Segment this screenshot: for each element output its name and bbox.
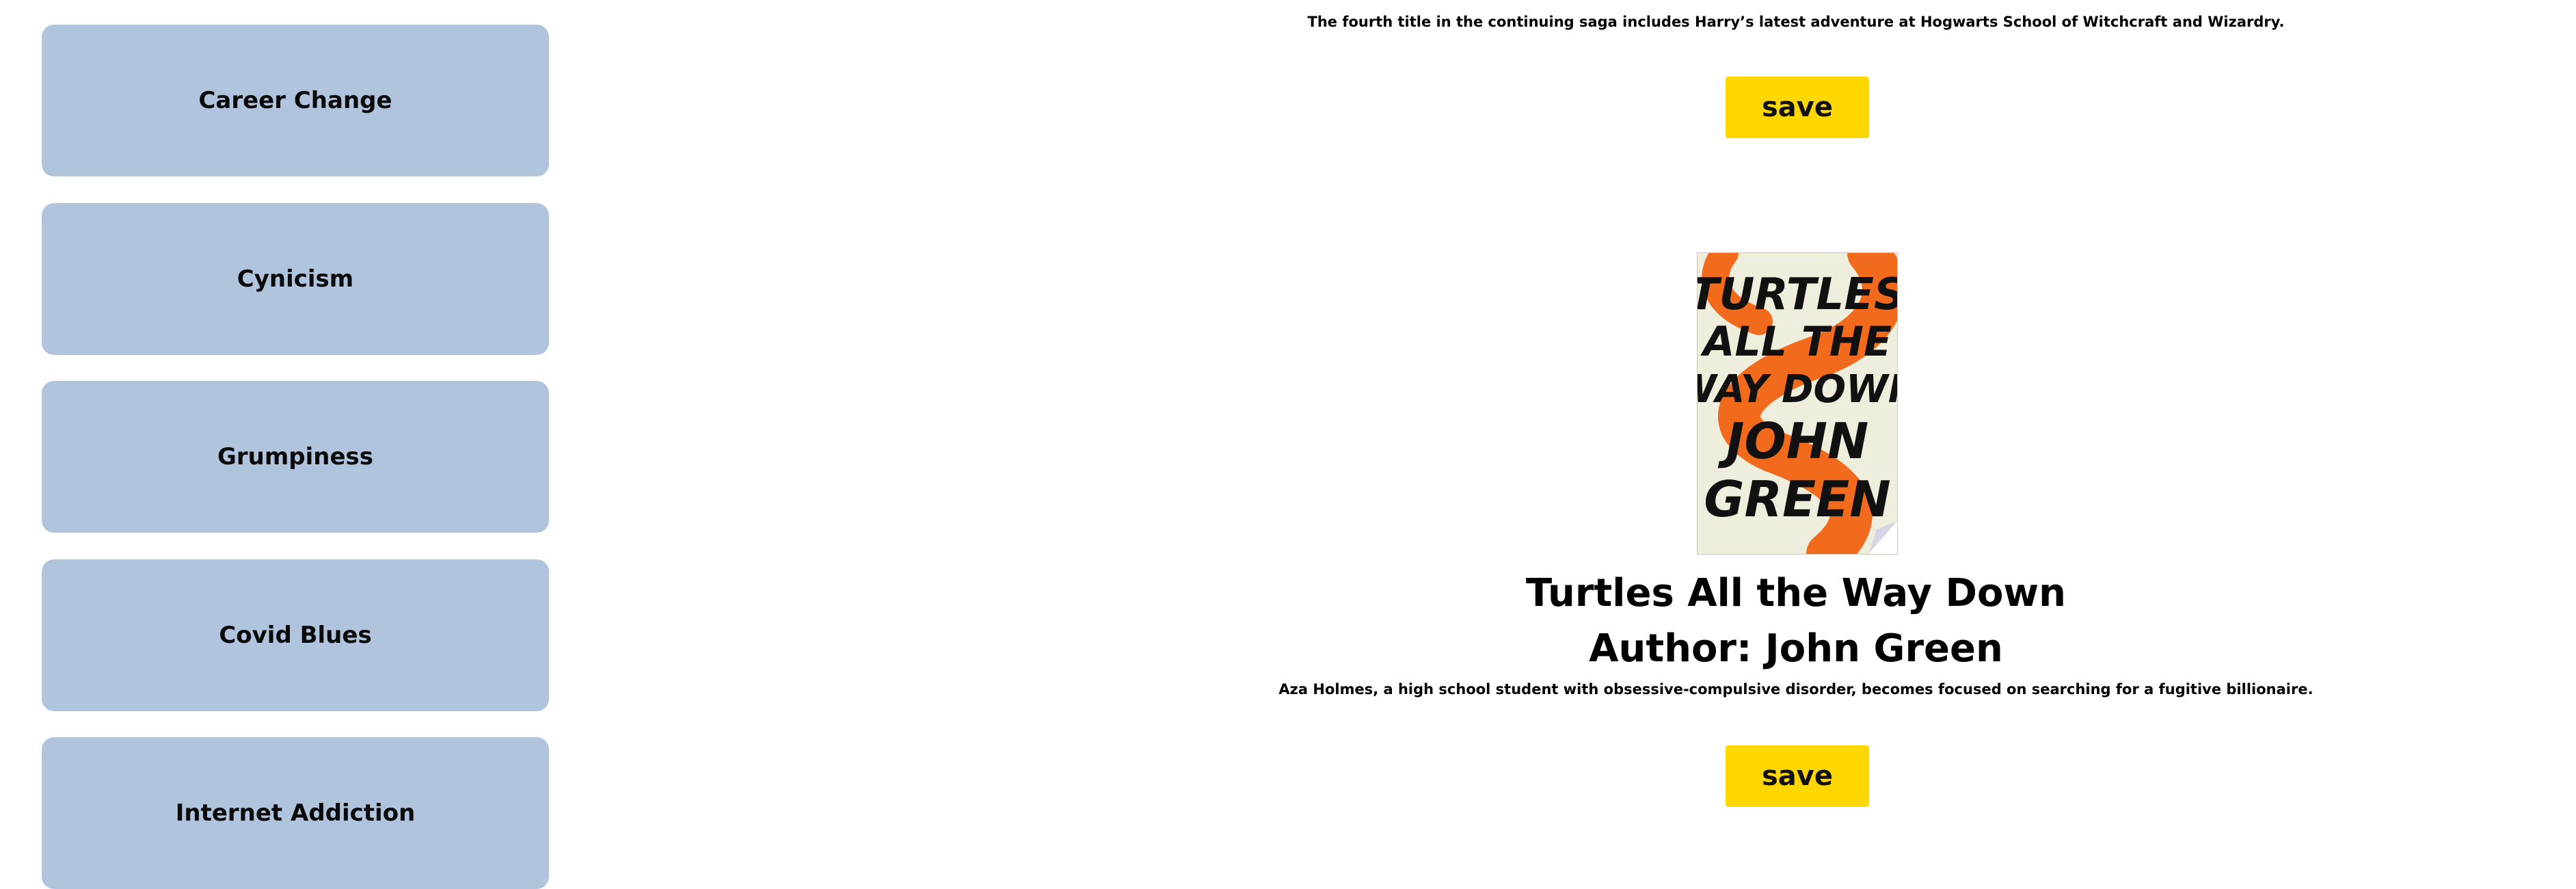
book-description: Aza Holmes, a high school student with o…	[1278, 681, 2313, 698]
book-cover-image[interactable]: TURTLES ALL THE WAY DOWN JOHN GREEN	[1698, 253, 1897, 554]
save-button[interactable]: save	[1726, 745, 1869, 807]
category-internet-addiction-button[interactable]: Internet Addiction	[42, 737, 549, 889]
cover-line: ALL THE	[1700, 318, 1892, 366]
cover-line: GREEN	[1704, 470, 1890, 528]
category-cynicism-button[interactable]: Cynicism	[42, 203, 549, 355]
category-grumpiness-button[interactable]: Grumpiness	[42, 381, 549, 533]
category-label: Covid Blues	[219, 622, 372, 649]
book-description: The fourth title in the continuing saga …	[1307, 14, 2285, 30]
cover-art: TURTLES ALL THE WAY DOWN JOHN GREEN	[1698, 253, 1897, 554]
category-career-change-button[interactable]: Career Change	[42, 25, 549, 176]
book-author: Author: John Green	[1589, 626, 2003, 671]
save-button[interactable]: save	[1726, 77, 1869, 138]
category-covid-blues-button[interactable]: Covid Blues	[42, 559, 549, 711]
category-label: Grumpiness	[217, 443, 374, 470]
book-title: Turtles All the Way Down	[1525, 571, 2067, 615]
cover-line: TURTLES	[1698, 269, 1897, 320]
category-label: Career Change	[198, 87, 392, 114]
cover-line: JOHN	[1718, 412, 1869, 470]
cover-line: WAY DOWN	[1698, 367, 1897, 412]
category-label: Internet Addiction	[175, 799, 416, 827]
category-label: Cynicism	[237, 265, 354, 293]
